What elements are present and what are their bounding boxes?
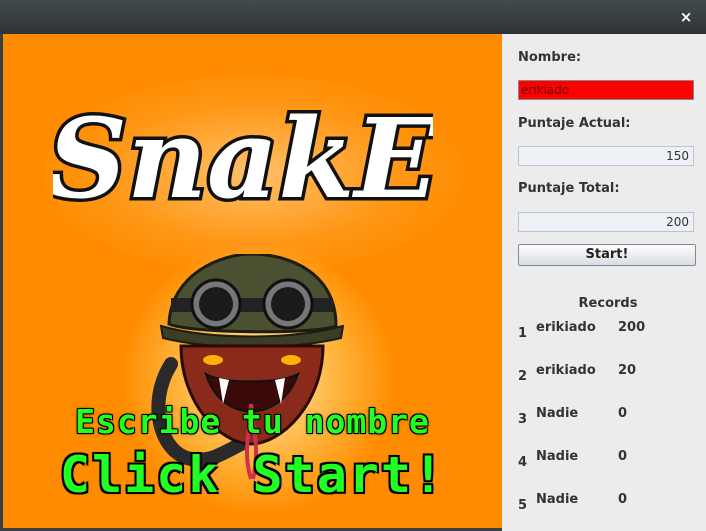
start-button[interactable]: Start!: [518, 244, 696, 266]
name-label: Nombre:: [518, 50, 582, 65]
close-button[interactable]: ×: [676, 7, 696, 27]
record-rank: 2: [518, 369, 528, 384]
record-rank: 1: [518, 326, 528, 341]
current-score-field: 150: [518, 146, 694, 166]
instruction-click-start: Click Start!: [59, 446, 446, 504]
total-score-label: Puntaje Total:: [518, 181, 620, 196]
record-rank: 5: [518, 498, 528, 513]
record-name: Nadie: [536, 449, 579, 464]
record-score: 20: [618, 363, 637, 378]
record-score: 0: [618, 449, 628, 464]
record-rank: 3: [518, 412, 528, 427]
total-score-field: 200: [518, 212, 694, 232]
record-name: Nadie: [536, 406, 579, 421]
record-name: erikiado: [536, 363, 596, 378]
side-panel: Nombre: erikiado Puntaje Actual: 150 Pun…: [502, 34, 706, 531]
record-name: erikiado: [536, 320, 596, 335]
record-name: Nadie: [536, 492, 579, 507]
record-rank: 4: [518, 455, 528, 470]
records-title: Records: [578, 296, 638, 311]
logo-text: SnakE: [53, 94, 433, 223]
name-input[interactable]: erikiado: [518, 80, 694, 100]
record-score: 0: [618, 492, 628, 507]
snake-logo: SnakE: [53, 91, 433, 227]
current-score-label: Puntaje Actual:: [518, 116, 631, 131]
game-canvas: SnakE Escribe tu nombre Click Start!: [3, 34, 502, 528]
instruction-write-name: Escribe tu nombre: [75, 402, 430, 441]
record-score: 0: [618, 406, 628, 421]
window-titlebar: ×: [0, 0, 706, 34]
record-score: 200: [618, 320, 646, 335]
